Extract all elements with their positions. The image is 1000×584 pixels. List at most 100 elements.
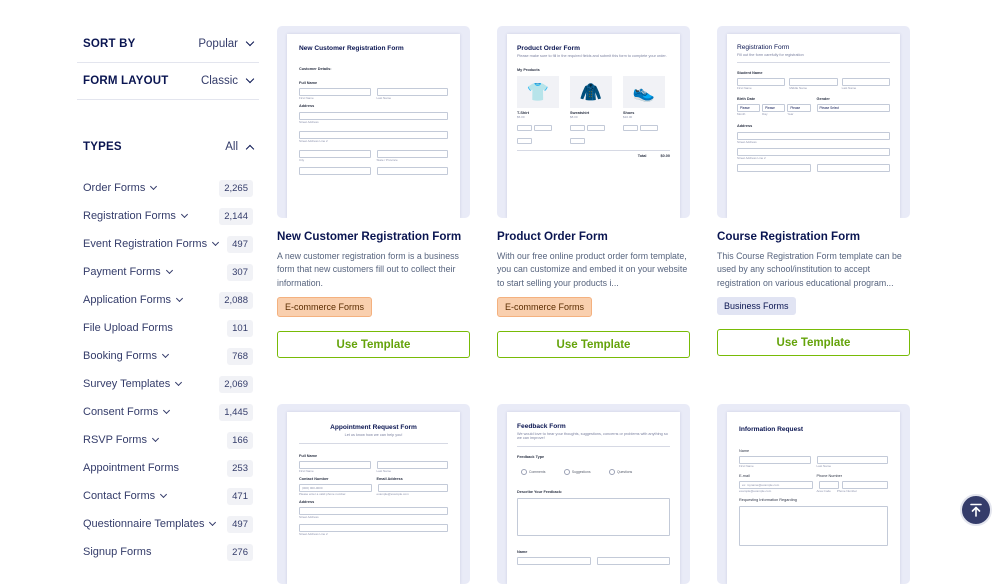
template-preview[interactable]: Information Request Name First Name Last … — [717, 404, 910, 584]
preview-product-price: $5.00 — [517, 115, 525, 119]
type-filter-name: Consent Forms — [83, 406, 171, 418]
preview-radio: Suggestions — [564, 469, 591, 475]
chevron-down-icon[interactable] — [209, 518, 217, 526]
preview-label: Address — [737, 124, 753, 128]
type-filter-name: Booking Forms — [83, 350, 170, 362]
preview-sublabel: Street Address Line 2 — [299, 532, 328, 536]
type-filter-item[interactable]: Registration Forms 2,144 — [77, 202, 259, 230]
type-filter-item[interactable]: RSVP Forms 166 — [77, 426, 259, 454]
preview-sublabel: Year — [787, 112, 794, 116]
preview-label: E-mail — [739, 474, 750, 478]
type-filter-item[interactable]: Signup Forms 276 — [77, 538, 259, 566]
preview-sublabel: State / Province — [376, 158, 398, 162]
chevron-down-icon[interactable] — [151, 434, 160, 442]
types-filter[interactable]: TYPES All — [77, 122, 259, 172]
type-filter-label: Order Forms — [83, 182, 146, 194]
sort-by-value: Popular — [198, 38, 238, 50]
chevron-down-icon[interactable] — [180, 210, 188, 218]
type-count-badge: 1,445 — [219, 403, 253, 421]
preview-label: My Products — [517, 68, 540, 72]
form-layout-value: Classic — [200, 75, 238, 87]
preview-section: Customer Details: — [299, 67, 332, 71]
template-preview[interactable]: Feedback Form We would love to hear your… — [497, 404, 690, 584]
type-filter-item[interactable]: Questionnaire Templates 497 — [77, 510, 259, 538]
type-filter-item[interactable]: Consent Forms 1,445 — [77, 398, 259, 426]
type-filter-item[interactable]: Appointment Forms 253 — [77, 454, 259, 482]
preview-label: Feedback Type — [517, 455, 545, 459]
preview-label: Address — [299, 104, 315, 108]
type-filter-label: File Upload Forms — [83, 322, 173, 334]
template-preview[interactable]: Appointment Request Form Let us know how… — [277, 404, 470, 584]
card-title[interactable]: New Customer Registration Form — [277, 230, 470, 243]
chevron-down-icon[interactable] — [175, 378, 183, 386]
type-count-badge: 497 — [227, 235, 253, 253]
type-filter-item[interactable]: Survey Templates 2,069 — [77, 370, 259, 398]
chevron-down-icon[interactable] — [150, 182, 158, 190]
type-filter-item[interactable]: Contact Forms 471 — [77, 482, 259, 510]
template-card[interactable]: New Customer Registration Form Customer … — [277, 26, 470, 358]
shoe-icon: 👟 — [623, 76, 665, 108]
chevron-down-icon[interactable] — [176, 294, 184, 302]
template-card[interactable]: Appointment Request Form Let us know how… — [277, 404, 470, 584]
template-preview[interactable]: New Customer Registration Form Customer … — [277, 26, 470, 218]
sort-by-filter[interactable]: SORT BY Popular — [77, 26, 259, 63]
preview-sublabel: Day — [762, 112, 768, 116]
preview-label: Gender — [816, 97, 830, 101]
type-filter-name: File Upload Forms — [83, 322, 173, 334]
type-filter-label: Contact Forms — [83, 490, 156, 502]
type-filter-name: Payment Forms — [83, 266, 173, 278]
type-filter-item[interactable]: Event Registration Forms 497 — [77, 230, 259, 258]
preview-sublabel: Last Name — [376, 96, 392, 100]
type-filter-name: Order Forms — [83, 182, 158, 194]
preview-sublabel: Middle Name — [789, 86, 808, 90]
preview-subtitle: Fill out the form carefully for registra… — [737, 53, 804, 57]
template-card[interactable]: Information Request Name First Name Last … — [717, 404, 910, 584]
chevron-down-icon[interactable] — [163, 406, 171, 414]
chevron-down-icon[interactable] — [161, 350, 170, 358]
preview-label: Birth Date — [737, 97, 756, 101]
types-label: TYPES — [83, 141, 122, 153]
category-badge[interactable]: E-commerce Forms — [277, 297, 373, 317]
preview-title: Registration Form — [737, 44, 790, 51]
preview-product-price: $10.00 — [623, 115, 633, 119]
type-count-badge: 2,088 — [219, 291, 253, 309]
scroll-to-top-button[interactable] — [960, 494, 992, 526]
use-template-button[interactable]: Use Template — [497, 331, 690, 358]
types-value: All — [225, 141, 238, 153]
use-template-button[interactable]: Use Template — [717, 329, 910, 356]
category-badge[interactable]: Business Forms — [717, 297, 796, 315]
type-count-badge: 276 — [227, 543, 253, 561]
type-filter-item[interactable]: Booking Forms 768 — [77, 342, 259, 370]
form-layout-filter[interactable]: FORM LAYOUT Classic — [77, 63, 259, 100]
chevron-down-icon[interactable] — [160, 490, 168, 498]
chevron-down-icon — [245, 74, 255, 84]
template-preview[interactable]: Registration Form Fill out the form care… — [717, 26, 910, 218]
preview-label: Phone Number — [816, 474, 843, 478]
preview-label: Describe Your Feedback: — [517, 490, 563, 494]
type-count-badge: 2,265 — [219, 179, 253, 197]
use-template-button[interactable]: Use Template — [277, 331, 470, 358]
preview-product: 👟 Shoes $10.00 — [623, 76, 670, 144]
type-filter-item[interactable]: Application Forms 2,088 — [77, 286, 259, 314]
template-card[interactable]: Product Order Form Please make sure to f… — [497, 26, 690, 358]
template-card[interactable]: Feedback Form We would love to hear your… — [497, 404, 690, 584]
template-preview[interactable]: Product Order Form Please make sure to f… — [497, 26, 690, 218]
type-count-badge: 2,144 — [219, 207, 253, 225]
preview-sublabel: Last Name — [841, 86, 857, 90]
preview-subtitle: Let us know how we can help you! — [344, 433, 403, 437]
category-badge[interactable]: E-commerce Forms — [497, 297, 593, 317]
preview-sublabel: Month — [737, 112, 746, 116]
card-title[interactable]: Course Registration Form — [717, 230, 910, 243]
type-filter-item[interactable]: Payment Forms 307 — [77, 258, 259, 286]
type-filter-item[interactable]: Order Forms 2,265 — [77, 174, 259, 202]
template-card[interactable]: Registration Form Fill out the form care… — [717, 26, 910, 356]
type-filter-item[interactable]: File Upload Forms 101 — [77, 314, 259, 342]
chevron-down-icon[interactable] — [212, 238, 220, 246]
type-filter-name: Contact Forms — [83, 490, 168, 502]
type-count-badge: 101 — [227, 319, 253, 337]
preview-sublabel: Street Address Line 2 — [299, 139, 328, 143]
type-filter-name: Survey Templates — [83, 378, 183, 390]
card-title[interactable]: Product Order Form — [497, 230, 690, 243]
card-description: A new customer registration form is a bu… — [277, 251, 459, 288]
chevron-down-icon[interactable] — [165, 266, 173, 274]
